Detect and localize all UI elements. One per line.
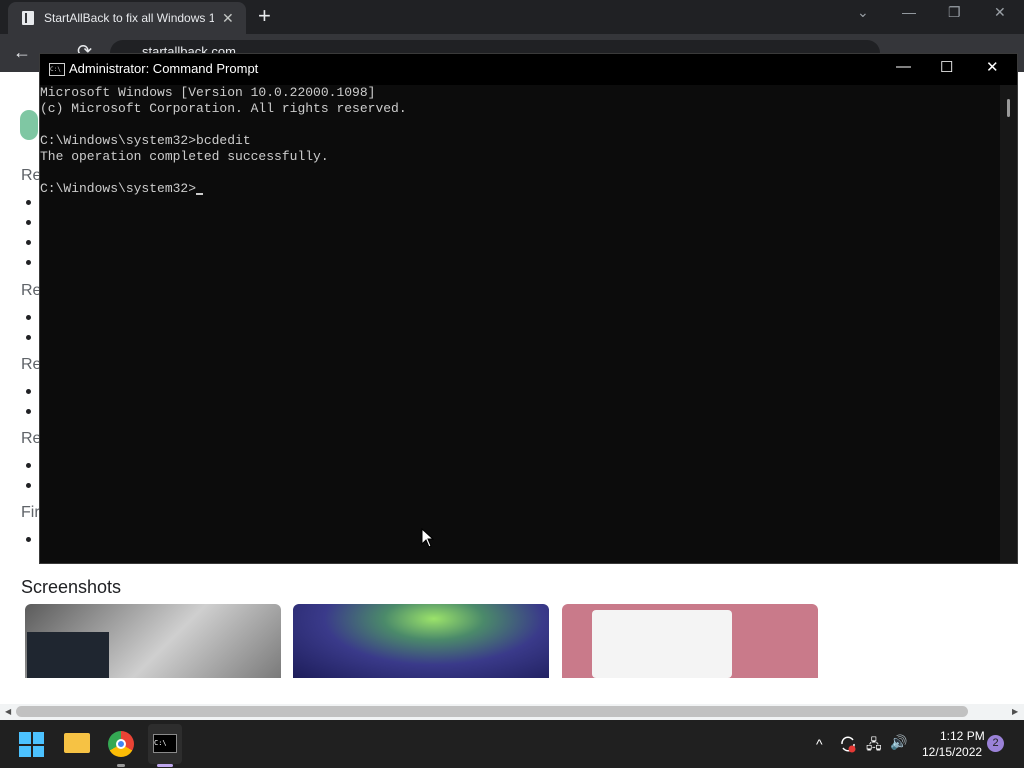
- bullet: [26, 315, 31, 320]
- cmd-window-title: Administrator: Command Prompt: [69, 61, 259, 76]
- bullet: [26, 260, 31, 265]
- back-button[interactable]: ←: [13, 42, 31, 63]
- console-line: The operation completed successfully.: [40, 149, 329, 164]
- clock-time[interactable]: 1:12 PM: [940, 729, 985, 743]
- console-line: C:\Windows\system32>bcdedit: [40, 133, 251, 148]
- active-indicator: [157, 764, 173, 767]
- page-footer-space: [0, 678, 1024, 704]
- tray-chevron-icon[interactable]: ^: [816, 736, 823, 752]
- volume-icon[interactable]: 🔊: [890, 734, 907, 751]
- taskbar: C:\ ^ 🖧 🔊 1:12 PM 12/15/2022 2: [0, 720, 1024, 768]
- console-line: (c) Microsoft Corporation. All rights re…: [40, 101, 407, 116]
- browser-minimize-button[interactable]: —: [902, 4, 916, 20]
- new-tab-button[interactable]: +: [258, 5, 271, 27]
- scrollbar-thumb[interactable]: [16, 706, 968, 717]
- bullet: [26, 200, 31, 205]
- cmd-close-button[interactable]: ✕: [986, 58, 999, 76]
- browser-restore-button[interactable]: ❐: [948, 4, 961, 21]
- sync-icon[interactable]: [838, 734, 858, 754]
- bullet: [26, 335, 31, 340]
- bullet: [26, 220, 31, 225]
- command-prompt-window[interactable]: C:\ Administrator: Command Prompt — ☐ ✕ …: [39, 53, 1018, 564]
- bullet: [26, 463, 31, 468]
- bullet: [26, 537, 31, 542]
- cmd-app-icon: C:\: [49, 63, 65, 76]
- notification-badge[interactable]: 2: [987, 735, 1004, 752]
- command-prompt-icon[interactable]: C:\: [153, 734, 177, 753]
- tab-search-icon[interactable]: ⌄: [857, 4, 869, 21]
- chrome-icon[interactable]: [108, 731, 134, 757]
- file-explorer-icon[interactable]: [64, 733, 90, 753]
- screenshot-thumbnail[interactable]: [293, 604, 549, 678]
- console-scrollbar-thumb[interactable]: [1007, 99, 1010, 117]
- page-favicon-icon: [22, 11, 34, 25]
- network-icon[interactable]: 🖧: [866, 734, 882, 758]
- screenshot-thumbnail[interactable]: [562, 604, 818, 678]
- bullet: [26, 240, 31, 245]
- console-scrollbar[interactable]: [1000, 85, 1017, 563]
- bullet: [26, 389, 31, 394]
- cmd-minimize-button[interactable]: —: [896, 58, 911, 75]
- start-button-windows-icon[interactable]: [19, 732, 44, 757]
- console-line: Microsoft Windows [Version 10.0.22000.10…: [40, 85, 376, 100]
- tab-close-icon[interactable]: ✕: [222, 10, 234, 27]
- tab-title: StartAllBack to fix all Windows 11: [44, 11, 214, 25]
- browser-tab[interactable]: StartAllBack to fix all Windows 11 ✕: [8, 2, 246, 34]
- scroll-right-icon[interactable]: ▶: [1012, 707, 1018, 716]
- text-cursor: [196, 193, 204, 195]
- section-heading: Fir: [21, 504, 40, 521]
- console-prompt-line[interactable]: C:\Windows\system32>: [40, 181, 1000, 197]
- browser-close-button[interactable]: ✕: [994, 4, 1006, 21]
- scroll-left-icon[interactable]: ◀: [5, 707, 11, 716]
- console-prompt: C:\Windows\system32>: [40, 181, 197, 196]
- screenshots-heading: Screenshots: [21, 577, 122, 597]
- clock-date[interactable]: 12/15/2022: [922, 745, 982, 759]
- cmd-maximize-button[interactable]: ☐: [940, 58, 953, 76]
- mouse-pointer-icon: [421, 528, 435, 548]
- screenshot-thumbnail[interactable]: [25, 604, 281, 678]
- running-indicator: [117, 764, 125, 767]
- bullet: [26, 409, 31, 414]
- bullet: [26, 483, 31, 488]
- console-output[interactable]: Microsoft Windows [Version 10.0.22000.10…: [40, 85, 1000, 563]
- site-logo: [20, 110, 38, 140]
